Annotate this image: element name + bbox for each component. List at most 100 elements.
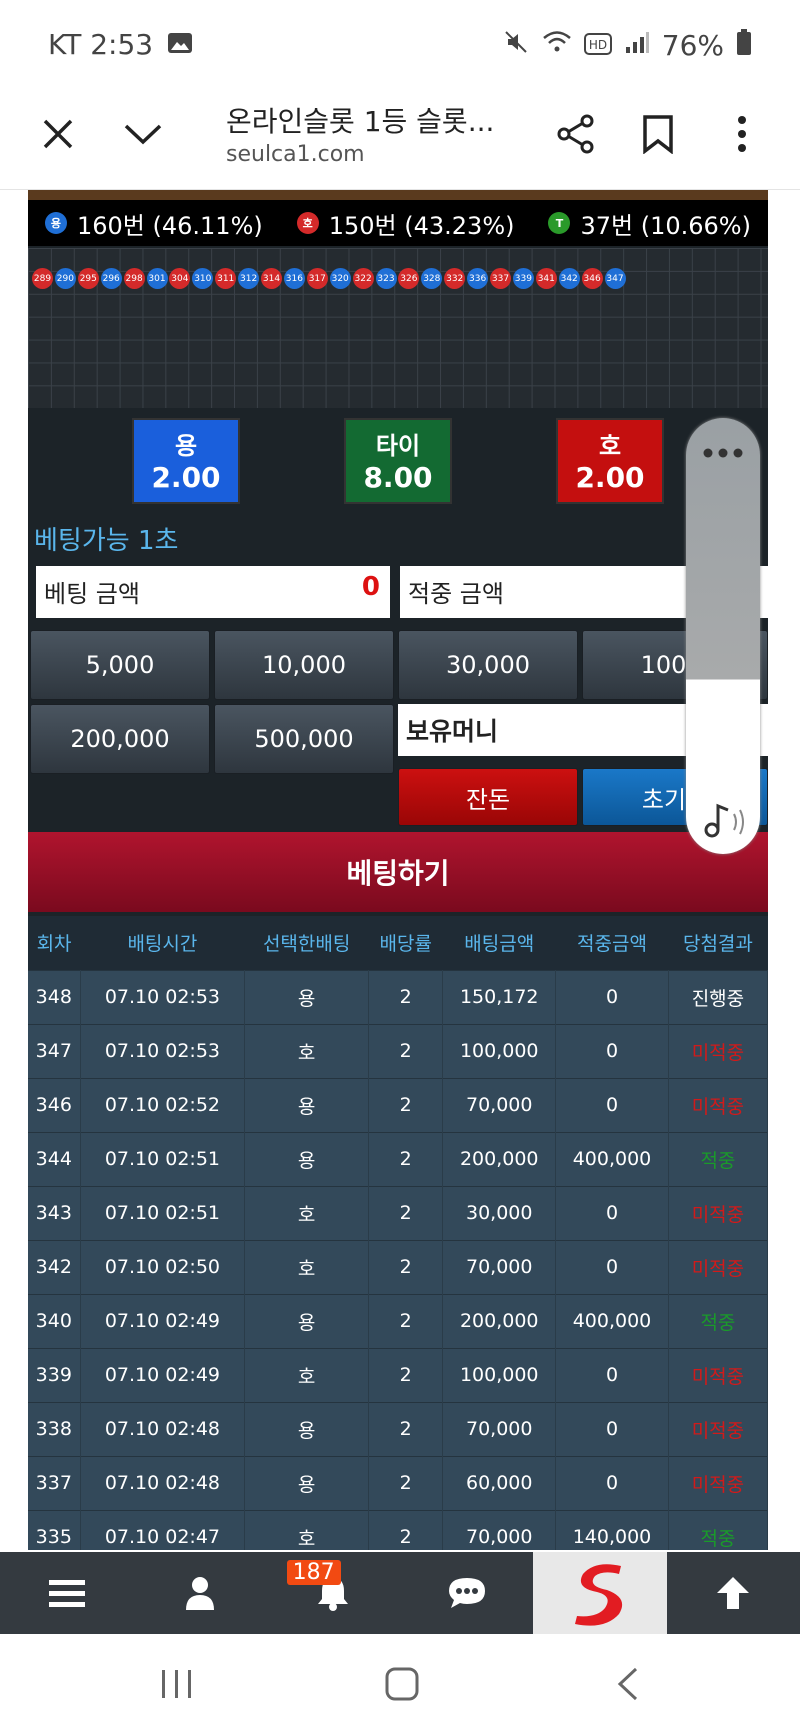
table-cell: 07.10 02:49 bbox=[80, 1293, 246, 1348]
bet-amount-field[interactable]: 베팅 금액 0 bbox=[36, 566, 390, 618]
bet-history-table: 회차 배팅시간 선택한배팅 배당률 배팅금액 적중금액 당첨결과 348 07.10 02:5… bbox=[28, 916, 768, 1550]
stat-dragon-text: 160번 (46.11%) bbox=[76, 211, 263, 240]
table-cell: 0 bbox=[555, 1347, 669, 1402]
stat-tie-text: 37번 (10.66%) bbox=[580, 211, 751, 240]
share-icon[interactable] bbox=[552, 110, 600, 158]
tiger-bet-option[interactable]: 호 2.00 bbox=[556, 418, 664, 504]
table-cell: 2 bbox=[368, 969, 444, 1024]
table-row: 342 07.10 02:50 호 2 70,000 0 미적중 bbox=[28, 1239, 768, 1294]
chip-10000[interactable]: 10,000 bbox=[214, 630, 394, 700]
road-bubble: 295 bbox=[77, 268, 99, 289]
table-cell: 2 bbox=[368, 1131, 444, 1186]
chip-30000[interactable]: 30,000 bbox=[398, 630, 578, 700]
tiger-badge: 호 bbox=[296, 212, 319, 234]
change-button[interactable]: 잔돈 bbox=[398, 768, 578, 826]
table-cell: 미적중 bbox=[668, 1077, 768, 1132]
more-options-icon[interactable] bbox=[722, 110, 762, 158]
chip-200000[interactable]: 200,000 bbox=[30, 704, 210, 774]
table-cell: 30,000 bbox=[442, 1185, 557, 1240]
place-bet-button[interactable]: 베팅하기 bbox=[28, 832, 768, 912]
road-bubble: 342 bbox=[558, 268, 580, 289]
tie-name: 타이 bbox=[375, 432, 421, 460]
table-cell: 07.10 02:48 bbox=[80, 1401, 246, 1456]
mute-icon bbox=[502, 28, 530, 63]
profile-button[interactable] bbox=[133, 1552, 266, 1634]
road-bubble: 310 bbox=[192, 268, 214, 289]
table-cell: 0 bbox=[555, 1077, 669, 1132]
road-bubble: 314 bbox=[261, 268, 282, 289]
s-logo-icon bbox=[574, 1564, 623, 1626]
table-cell: 미적중 bbox=[668, 1401, 768, 1456]
tie-bet-option[interactable]: 타이 8.00 bbox=[344, 418, 452, 504]
notifications-button[interactable]: 187 bbox=[267, 1552, 400, 1634]
table-cell: 343 bbox=[28, 1185, 81, 1240]
road-bubble: 336 bbox=[467, 268, 489, 289]
bookmark-icon[interactable] bbox=[636, 110, 680, 158]
table-row: 335 07.10 02:47 호 2 70,000 140,000 적중 bbox=[28, 1509, 768, 1550]
road-map: 289 290 295 296 298 301 304 310 311 312 314 316 317 3… bbox=[28, 248, 768, 408]
system-navigation-bar bbox=[0, 1634, 800, 1734]
odds-row: 용 2.00 타이 8.00 호 2.00 bbox=[28, 410, 768, 506]
table-cell: 호 bbox=[244, 1239, 370, 1294]
home-icon[interactable] bbox=[384, 1666, 420, 1706]
table-cell: 70,000 bbox=[442, 1401, 557, 1456]
chevron-down-icon[interactable] bbox=[118, 112, 168, 156]
scroll-top-button[interactable] bbox=[667, 1552, 800, 1634]
table-cell: 342 bbox=[28, 1239, 81, 1294]
signal-icon bbox=[624, 29, 650, 62]
road-bubble: 316 bbox=[283, 268, 305, 289]
bottom-navigation: 187 bbox=[0, 1552, 800, 1634]
status-bar: KT 2:53 HD 76% bbox=[0, 0, 800, 90]
battery-icon bbox=[736, 28, 752, 63]
tie-odds: 8.00 bbox=[363, 461, 433, 494]
road-bubble: 290 bbox=[54, 268, 76, 289]
chat-button[interactable] bbox=[400, 1552, 533, 1634]
recent-apps-icon[interactable] bbox=[160, 1668, 194, 1704]
table-cell: 346 bbox=[28, 1077, 81, 1132]
table-cell: 적중 bbox=[668, 1509, 768, 1550]
table-cell: 2 bbox=[368, 1239, 444, 1294]
page-domain[interactable]: seulca1.com bbox=[226, 142, 365, 167]
table-cell: 미적중 bbox=[668, 1239, 768, 1294]
back-icon[interactable] bbox=[616, 1666, 640, 1706]
notification-badge: 187 bbox=[286, 1560, 341, 1585]
table-row: 338 07.10 02:48 용 2 70,000 0 미적중 bbox=[28, 1401, 768, 1456]
video-strip bbox=[28, 190, 768, 200]
history-header: 배팅시간 bbox=[80, 916, 245, 970]
table-cell: 2 bbox=[368, 1023, 444, 1078]
chip-5000[interactable]: 5,000 bbox=[30, 630, 210, 700]
floating-media-widget[interactable] bbox=[686, 418, 760, 854]
music-note-icon[interactable] bbox=[702, 800, 748, 844]
dragon-badge: 용 bbox=[44, 212, 67, 234]
road-bubble: 322 bbox=[352, 268, 374, 289]
close-icon[interactable] bbox=[36, 112, 80, 156]
road-bubble: 298 bbox=[123, 268, 145, 289]
table-cell: 용 bbox=[244, 1077, 370, 1132]
table-cell: 200,000 bbox=[442, 1293, 557, 1348]
betting-available: 베팅가능 1초 bbox=[34, 526, 179, 556]
dragon-odds: 2.00 bbox=[151, 461, 221, 494]
gallery-icon bbox=[167, 28, 193, 61]
history-header: 배팅금액 bbox=[442, 916, 556, 970]
tiger-name: 호 bbox=[598, 432, 622, 460]
table-cell: 2 bbox=[368, 1347, 444, 1402]
dragon-bet-option[interactable]: 용 2.00 bbox=[132, 418, 240, 504]
table-cell: 용 bbox=[244, 969, 370, 1024]
chip-500000[interactable]: 500,000 bbox=[214, 704, 394, 774]
table-cell: 335 bbox=[28, 1509, 81, 1550]
table-cell: 진행중 bbox=[668, 969, 768, 1024]
stat-tie: T 37번 (10.66%) bbox=[548, 206, 751, 241]
table-cell: 2 bbox=[368, 1077, 444, 1132]
road-bubble: 339 bbox=[512, 268, 534, 289]
table-cell: 0 bbox=[555, 1023, 669, 1078]
table-cell: 07.10 02:52 bbox=[80, 1077, 246, 1132]
table-row: 347 07.10 02:53 호 2 100,000 0 미적중 bbox=[28, 1023, 768, 1078]
more-horizontal-icon[interactable] bbox=[702, 444, 744, 463]
page-title[interactable]: 온라인슬롯 1등 슬롯... bbox=[226, 100, 494, 140]
tiger-odds: 2.00 bbox=[575, 461, 645, 494]
brand-logo-button[interactable] bbox=[533, 1552, 667, 1634]
table-cell: 0 bbox=[555, 1401, 669, 1456]
menu-button[interactable] bbox=[0, 1552, 133, 1634]
stat-dragon: 용 160번 (46.11%) bbox=[44, 206, 263, 241]
table-cell: 호 bbox=[244, 1185, 370, 1240]
